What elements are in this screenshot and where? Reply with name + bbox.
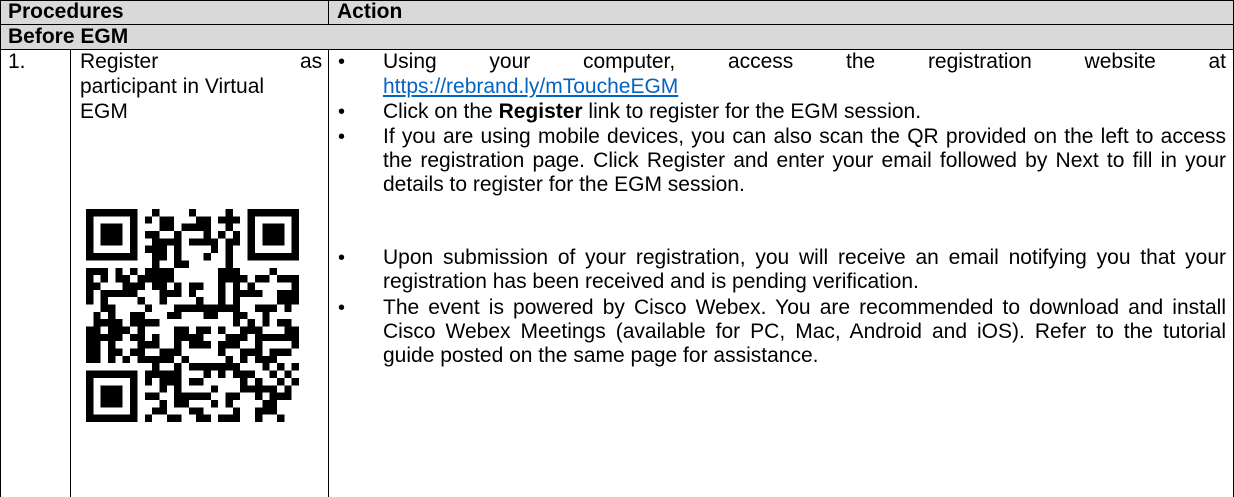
header-row-divider bbox=[0, 24, 1234, 25]
register-link-label: Register bbox=[498, 100, 583, 123]
bullet-4: • bbox=[338, 247, 346, 269]
action-1-line-1: Using your computer, access the registra… bbox=[383, 50, 1226, 74]
procedure-word-register: Register bbox=[80, 50, 159, 73]
section-title: Before EGM bbox=[8, 25, 129, 48]
action-2-text: Click on the Register link to register f… bbox=[383, 100, 921, 124]
table-border-left bbox=[0, 0, 1, 497]
action-5-text: The event is powered by Cisco Webex. You… bbox=[383, 296, 1226, 367]
action-1-word: computer, bbox=[583, 50, 676, 73]
bullet-2: • bbox=[338, 101, 346, 123]
header-procedures: Procedures bbox=[8, 0, 124, 23]
action-1-word: at bbox=[1208, 50, 1226, 73]
action-1-word: website bbox=[1084, 50, 1156, 73]
bullet-1: • bbox=[338, 51, 346, 73]
bullet-3: • bbox=[338, 126, 346, 148]
procedure-table: Procedures Action Before EGM 1. Register… bbox=[0, 0, 1234, 497]
header-row-bg bbox=[1, 1, 1233, 24]
procedure-word-as: as bbox=[300, 50, 323, 73]
procedure-line-3: EGM bbox=[80, 100, 128, 123]
action-3-text: If you are using mobile devices, you can… bbox=[383, 125, 1226, 196]
column-divider-action bbox=[328, 49, 329, 497]
action-2-after: link to register for the EGM session. bbox=[582, 100, 922, 123]
column-divider-number bbox=[70, 49, 71, 497]
action-1-word: the bbox=[846, 50, 876, 73]
action-1-word: registration bbox=[927, 50, 1032, 73]
row-number: 1. bbox=[8, 50, 26, 73]
action-1-word: Using bbox=[383, 50, 437, 73]
section-row-bg bbox=[1, 25, 1233, 49]
registration-link[interactable]: https://rebrand.ly/mToucheEGM bbox=[383, 75, 678, 99]
header-action: Action bbox=[337, 0, 403, 23]
qr-code-image bbox=[86, 209, 299, 422]
bullet-5: • bbox=[338, 297, 346, 319]
action-1-word: your bbox=[489, 50, 531, 73]
procedure-line-2: participant in Virtual bbox=[80, 75, 265, 98]
table-border-top bbox=[0, 0, 1234, 1]
action-2-before: Click on the bbox=[383, 100, 499, 123]
action-1-word: access bbox=[727, 50, 794, 73]
column-divider-header bbox=[328, 0, 329, 25]
action-4-text: Upon submission of your registration, yo… bbox=[383, 246, 1226, 293]
